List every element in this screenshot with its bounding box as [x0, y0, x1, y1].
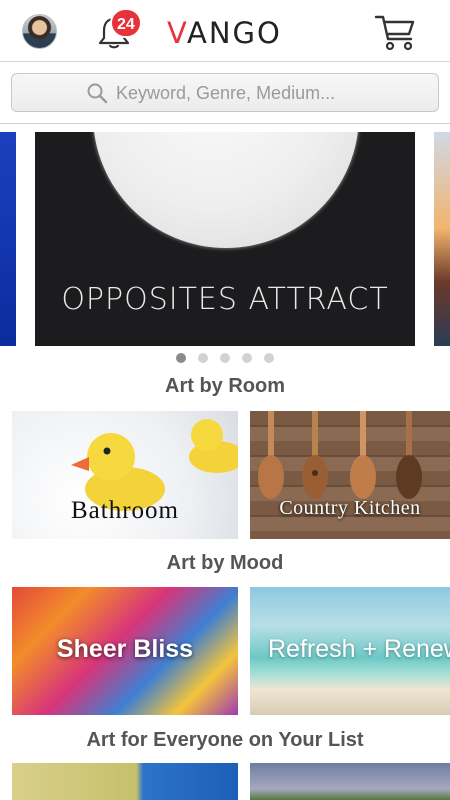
moon-artwork	[93, 132, 359, 248]
room-tile-country-kitchen[interactable]: Country Kitchen	[250, 411, 450, 539]
gift-tile[interactable]	[12, 763, 238, 800]
carousel-dot[interactable]	[176, 353, 186, 363]
vango-logo[interactable]: VANGO	[167, 16, 282, 50]
section-title-art-by-mood: Art by Mood	[166, 552, 284, 574]
featured-carousel[interactable]: OPPOSITES ATTRACT	[0, 132, 450, 346]
carousel-dot[interactable]	[242, 353, 252, 363]
search-placeholder: Keyword, Genre, Medium...	[116, 83, 336, 103]
carousel-dot[interactable]	[198, 353, 208, 363]
search-bar-container: Keyword, Genre, Medium...	[0, 62, 450, 124]
rubber-duck-image	[189, 419, 238, 473]
mood-tile-sheer-bliss[interactable]: Sheer Bliss	[12, 587, 238, 715]
tile-label: Refresh + Renew	[268, 635, 450, 663]
slide-caption: OPPOSITES ATTRACT	[61, 282, 389, 317]
carousel-pagination	[0, 350, 450, 364]
gift-tile[interactable]	[250, 763, 450, 800]
tile-label: Sheer Bliss	[56, 635, 194, 663]
search-icon	[86, 82, 108, 104]
room-tile-bathroom[interactable]: Bathroom	[12, 411, 238, 539]
section-title-art-for-everyone: Art for Everyone on Your List	[86, 729, 364, 751]
carousel-slide-active[interactable]: OPPOSITES ATTRACT	[35, 132, 415, 346]
wooden-spoon-image	[350, 411, 376, 499]
tile-label: Country Kitchen	[279, 497, 421, 519]
app-header: 24 VANGO	[0, 0, 450, 62]
shopping-cart-icon[interactable]	[373, 12, 417, 52]
wooden-spoon-image	[302, 411, 328, 499]
search-input[interactable]: Keyword, Genre, Medium...	[11, 73, 439, 112]
notification-badge[interactable]: 24	[110, 8, 142, 38]
wooden-spoon-image	[396, 411, 422, 499]
section-title-art-by-room: Art by Room	[165, 375, 285, 397]
carousel-dot[interactable]	[264, 353, 274, 363]
mood-tile-refresh-renew[interactable]: Refresh + Renew	[250, 587, 450, 715]
wooden-spoon-image	[258, 411, 284, 499]
logo-rest: ANGO	[186, 16, 282, 50]
user-avatar[interactable]	[22, 14, 57, 49]
carousel-slide-next[interactable]	[434, 132, 450, 346]
carousel-slide-previous[interactable]	[0, 132, 16, 346]
logo-v: V	[167, 16, 187, 50]
tile-label: Bathroom	[71, 497, 179, 524]
carousel-dot[interactable]	[220, 353, 230, 363]
